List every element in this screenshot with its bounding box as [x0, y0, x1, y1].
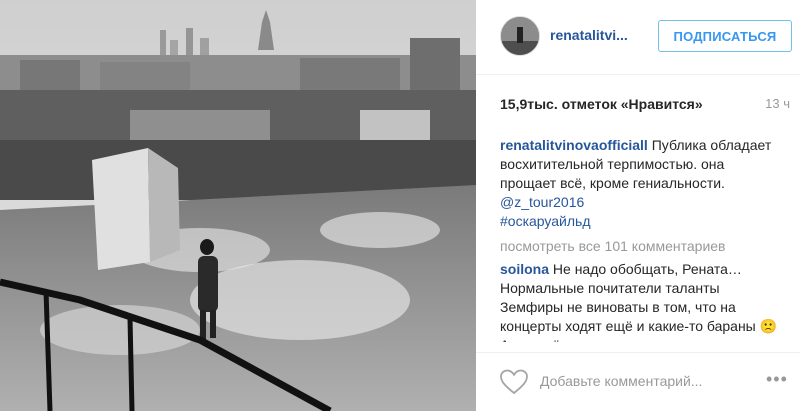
post-details-panel: renatalitvi... ПОДПИСАТЬСЯ 15,9тыс. отме…	[476, 0, 800, 411]
view-all-comments-link[interactable]: посмотреть все 101 комментариев	[500, 237, 778, 256]
follow-button[interactable]: ПОДПИСАТЬСЯ	[658, 20, 792, 52]
post-photo[interactable]	[0, 0, 476, 411]
comment-item: soilona Не надо обобщать, Рената… Нормал…	[500, 260, 778, 342]
comments-section: renatalitvinovaofficiall Публика обладае…	[500, 136, 778, 342]
avatar-image	[501, 17, 539, 55]
heart-outline-icon[interactable]	[500, 369, 528, 395]
likes-count[interactable]: 15,9тыс. отметок «Нравится»	[500, 96, 703, 112]
avatar[interactable]	[500, 16, 540, 56]
rooftop-photo-image	[0, 0, 476, 411]
caption: renatalitvinovaofficiall Публика обладае…	[500, 136, 778, 231]
ellipsis-icon[interactable]: •••	[766, 369, 788, 390]
comment-author[interactable]: soilona	[500, 261, 549, 277]
post-time[interactable]: 13 ч	[765, 96, 790, 111]
likes-row: 15,9тыс. отметок «Нравится» 13 ч	[500, 96, 790, 112]
add-comment-bar: •••	[476, 352, 800, 412]
caption-mention[interactable]: @z_tour2016	[500, 194, 584, 210]
post-username[interactable]: renatalitvi...	[550, 27, 628, 43]
caption-hashtag[interactable]: #оскаруайльд	[500, 213, 591, 229]
caption-author[interactable]: renatalitvinovaofficiall	[500, 137, 648, 153]
comment-input[interactable]	[540, 370, 740, 392]
post-header: renatalitvi... ПОДПИСАТЬСЯ	[476, 0, 800, 75]
